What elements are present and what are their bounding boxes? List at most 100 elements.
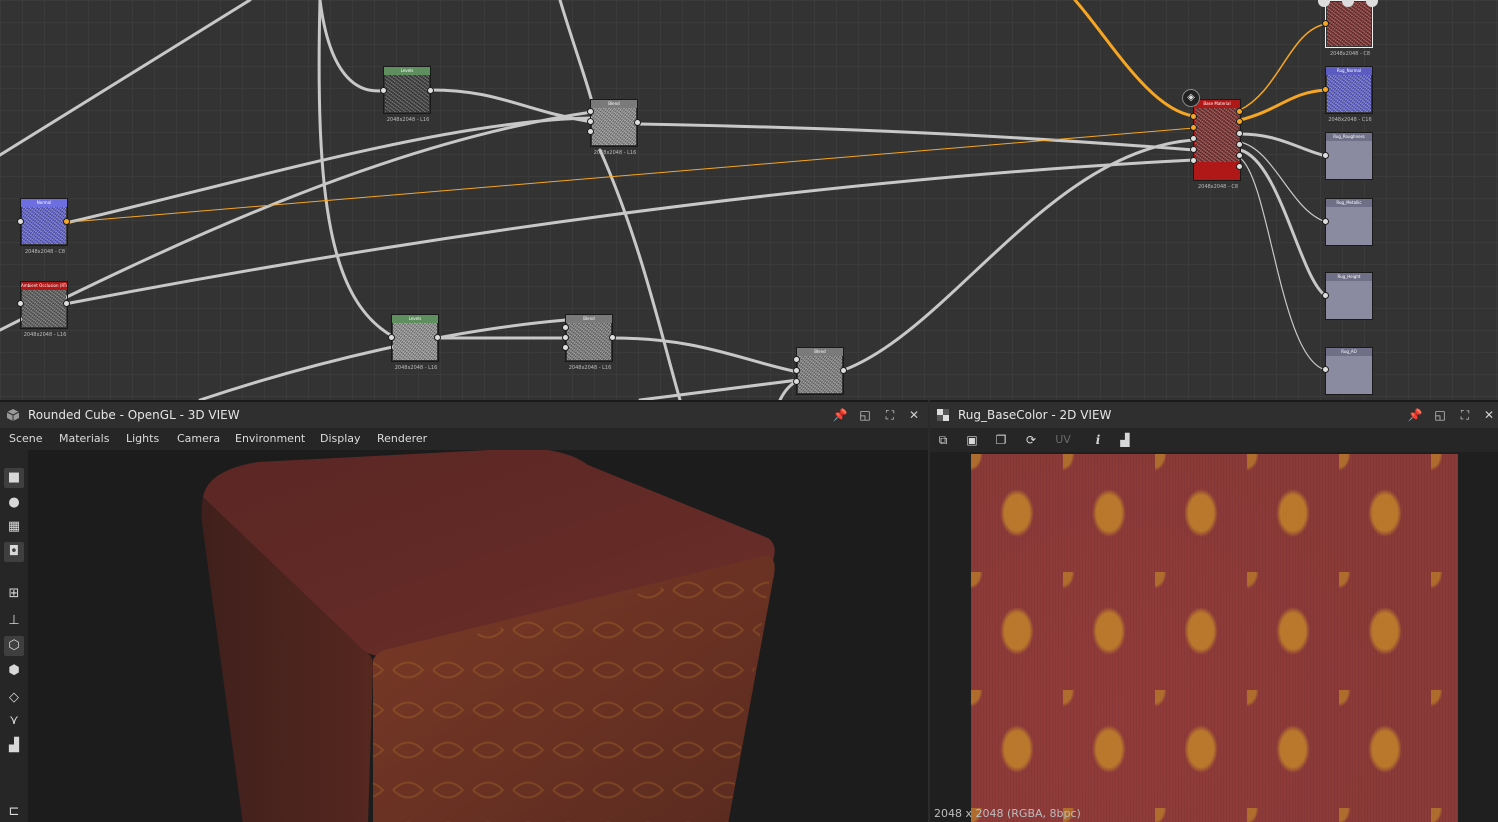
input-port[interactable] [1190, 146, 1197, 153]
2d-viewport[interactable]: 2048 x 2048 (RGBA, 8bpc) [930, 452, 1498, 822]
input-port[interactable] [793, 367, 800, 374]
render-icon[interactable]: ◘ [4, 542, 24, 562]
float-icon[interactable]: ◱ [1432, 407, 1448, 423]
input-port[interactable] [1322, 218, 1329, 225]
output-ao-node[interactable]: Rug_AO [1325, 347, 1373, 395]
input-port[interactable] [1190, 135, 1197, 142]
uv-grid-icon[interactable]: ⊞ [4, 584, 24, 604]
input-port[interactable] [793, 356, 800, 363]
close-icon[interactable]: ✕ [1481, 407, 1497, 423]
output-port[interactable] [434, 334, 441, 341]
input-port[interactable] [793, 378, 800, 385]
menu-scene[interactable]: Scene [9, 432, 43, 445]
output-port[interactable] [634, 119, 641, 126]
normal-input-node[interactable]: Normal 2048x2048 - C8 [20, 198, 68, 255]
light-bulb-icon[interactable]: ● [4, 493, 24, 513]
app-root: Levels 2048x2048 - L16 Blend 2048x2048 -… [0, 0, 1498, 822]
info-icon[interactable]: i [1089, 431, 1107, 449]
histogram-icon[interactable]: ▟ [4, 736, 24, 756]
histogram-icon[interactable]: ▟ [1116, 431, 1134, 449]
pin-icon[interactable]: 📌 [1407, 407, 1423, 423]
output-metallic-node[interactable]: Rug_Metallic [1325, 198, 1373, 246]
base-material-node[interactable]: Base Material 2048x2048 - C8 [1193, 99, 1241, 190]
node-header: Ambient Occlusion (RTAO) [21, 282, 67, 290]
output-height-node[interactable]: Rug_Height [1325, 272, 1373, 320]
fit-view-icon[interactable]: ⧉ [934, 431, 952, 449]
levels-node[interactable]: Levels 2048x2048 - L16 [391, 314, 439, 371]
accent-wire [1073, 0, 1196, 118]
node-thumbnail [1327, 75, 1371, 112]
output-port[interactable] [1236, 118, 1243, 125]
3d-view-panel: Rounded Cube - OpenGL - 3D VIEW 📌 ◱ ⛶ ✕ … [0, 400, 928, 822]
menu-lights[interactable]: Lights [126, 432, 159, 445]
output-roughness-node[interactable]: Rug_Roughness [1325, 132, 1373, 180]
pin-icon[interactable]: 📌 [832, 407, 848, 423]
input-port[interactable] [587, 128, 594, 135]
wireframe-cube-icon[interactable]: ⬢ [4, 661, 24, 681]
hierarchy-icon[interactable]: ⊏ [4, 802, 24, 822]
input-port[interactable] [1322, 86, 1329, 93]
input-port[interactable] [587, 118, 594, 125]
output-port[interactable] [63, 218, 70, 225]
output-port[interactable] [1236, 163, 1243, 170]
checker-icon [937, 409, 949, 421]
input-port[interactable] [1190, 124, 1197, 131]
menu-renderer[interactable]: Renderer [377, 432, 427, 445]
material-preview-icon[interactable]: ◈ [1182, 89, 1200, 107]
output-port[interactable] [1236, 152, 1243, 159]
blend-node[interactable]: Blend [796, 347, 844, 395]
input-port[interactable] [1190, 157, 1197, 164]
output-normal-node[interactable]: Rug_Normal 2048x2048 - C16 [1325, 66, 1373, 123]
menu-materials[interactable]: Materials [59, 432, 109, 445]
3d-viewport[interactable] [28, 450, 928, 822]
maximize-icon[interactable]: ⛶ [882, 407, 898, 423]
levels-node[interactable]: Levels 2048x2048 - L16 [383, 66, 431, 123]
save-icon[interactable]: ▣ [963, 431, 981, 449]
output-port[interactable] [1236, 108, 1243, 115]
input-port[interactable] [587, 108, 594, 115]
cube-icon [6, 409, 20, 421]
output-port[interactable] [63, 300, 70, 307]
node-header: Rug_Normal [1326, 67, 1372, 75]
blend-node[interactable]: Blend 2048x2048 - L16 [565, 314, 613, 371]
input-port[interactable] [1322, 20, 1329, 27]
maximize-icon[interactable]: ⛶ [1457, 407, 1473, 423]
output-port[interactable] [840, 367, 847, 374]
input-port[interactable] [562, 324, 569, 331]
ambient-occlusion-node[interactable]: Ambient Occlusion (RTAO) 2048x2048 - L16 [20, 281, 68, 338]
layers-icon[interactable]: ◇ [4, 688, 24, 708]
cube-icon[interactable]: ⬡ [4, 636, 24, 656]
output-basecolor-node[interactable]: 2048x2048 - C8 [1325, 0, 1373, 57]
input-port[interactable] [1322, 292, 1329, 299]
input-port[interactable] [1322, 152, 1329, 159]
input-port[interactable] [562, 334, 569, 341]
uv-toggle[interactable]: UV [1050, 431, 1076, 449]
input-port[interactable] [1190, 113, 1197, 120]
camera-icon[interactable]: ■ [4, 468, 24, 488]
blend-node[interactable]: Blend 2048x2048 - L16 [590, 99, 638, 156]
output-port[interactable] [1236, 141, 1243, 148]
menu-environment[interactable]: Environment [235, 432, 305, 445]
menu-display[interactable]: Display [320, 432, 361, 445]
3d-view-menubar: Scene Materials Lights Camera Environmen… [0, 428, 928, 450]
copy-icon[interactable]: ❐ [992, 431, 1010, 449]
menu-camera[interactable]: Camera [177, 432, 220, 445]
axis-icon[interactable]: ⊥ [4, 611, 24, 631]
refresh-icon[interactable]: ⟳ [1022, 431, 1040, 449]
output-port[interactable] [427, 87, 434, 94]
float-icon[interactable]: ◱ [857, 407, 873, 423]
input-port[interactable] [380, 87, 387, 94]
tangent-icon[interactable]: ⋎ [4, 711, 24, 731]
input-port[interactable] [1322, 366, 1329, 373]
input-port[interactable] [17, 218, 24, 225]
environment-icon[interactable]: ▦ [4, 517, 24, 537]
node-caption: 2048x2048 - L16 [23, 332, 67, 338]
input-port[interactable] [562, 344, 569, 351]
node-graph[interactable]: Levels 2048x2048 - L16 Blend 2048x2048 -… [0, 0, 1498, 400]
input-port[interactable] [17, 300, 24, 307]
output-port[interactable] [1236, 130, 1243, 137]
output-port[interactable] [609, 334, 616, 341]
close-icon[interactable]: ✕ [906, 407, 922, 423]
input-port[interactable] [388, 334, 395, 341]
node-header: Normal [21, 199, 67, 207]
